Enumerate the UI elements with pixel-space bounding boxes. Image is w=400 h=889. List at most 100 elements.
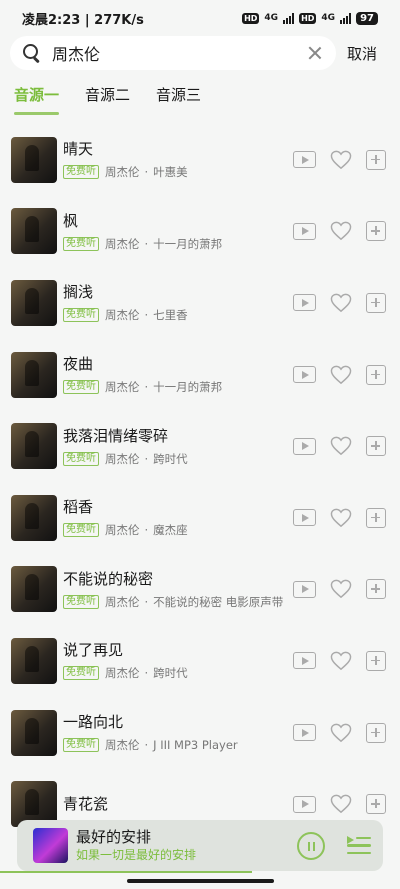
- song-title: 不能说的秘密: [63, 569, 154, 588]
- search-box[interactable]: 周杰伦: [10, 36, 336, 70]
- home-indicator[interactable]: [127, 879, 274, 883]
- search-input[interactable]: 周杰伦: [52, 41, 308, 65]
- heart-icon[interactable]: [330, 579, 352, 599]
- song-title: 青花瓷: [63, 795, 109, 814]
- heart-icon[interactable]: [330, 365, 352, 385]
- pause-icon[interactable]: [297, 831, 325, 860]
- heart-icon[interactable]: [330, 221, 352, 241]
- song-album: 七里香: [153, 308, 188, 323]
- clear-icon[interactable]: [308, 46, 322, 60]
- song-actions: [293, 579, 386, 600]
- mini-player[interactable]: 最好的安排 如果一切是最好的安排: [17, 820, 383, 871]
- song-info: 一路向北 免费听 周杰伦 · J III MP3 Player: [63, 712, 293, 753]
- song-meta: 免费听 周杰伦 · 跨时代: [63, 451, 293, 467]
- song-meta: 免费听 周杰伦 · 不能说的秘密 电影原声带: [63, 594, 293, 610]
- add-to-playlist-icon[interactable]: [366, 650, 386, 671]
- song-title: 稻香: [63, 498, 94, 517]
- mv-play-icon[interactable]: [293, 222, 316, 240]
- mv-play-icon[interactable]: [293, 437, 316, 455]
- album-cover[interactable]: [11, 637, 57, 684]
- heart-icon[interactable]: [330, 651, 352, 671]
- album-cover[interactable]: [11, 423, 57, 470]
- song-artist: 周杰伦: [105, 738, 140, 753]
- status-right: HD 4G HD 4G 97: [242, 11, 378, 25]
- add-to-playlist-icon[interactable]: [366, 292, 386, 313]
- song-title: 一路向北: [63, 713, 124, 732]
- album-cover[interactable]: [11, 709, 57, 756]
- add-to-playlist-icon[interactable]: [366, 436, 386, 457]
- song-row[interactable]: 搁浅 免费听 周杰伦 · 七里香: [0, 267, 400, 339]
- song-title: 晴天: [63, 140, 94, 159]
- song-meta: 免费听 周杰伦 · 魔杰座: [63, 522, 293, 538]
- source-tabs: 音源一 音源二 音源三: [14, 84, 201, 115]
- album-cover[interactable]: [11, 351, 57, 398]
- add-to-playlist-icon[interactable]: [366, 722, 386, 743]
- mv-play-icon[interactable]: [293, 724, 316, 742]
- song-album: 十一月的萧邦: [153, 236, 223, 251]
- heart-icon[interactable]: [330, 794, 352, 814]
- song-info: 青花瓷: [63, 794, 293, 814]
- song-album: 叶惠美: [153, 165, 188, 180]
- battery-icon: 97: [356, 11, 378, 25]
- song-info: 我落泪情绪零碎 免费听 周杰伦 · 跨时代: [63, 426, 293, 467]
- song-row[interactable]: 一路向北 免费听 周杰伦 · J III MP3 Player: [0, 697, 400, 769]
- search-icon: [22, 43, 42, 63]
- album-cover[interactable]: [11, 279, 57, 326]
- song-row[interactable]: 说了再见 免费听 周杰伦 · 跨时代: [0, 625, 400, 697]
- heart-icon[interactable]: [330, 436, 352, 456]
- mv-play-icon[interactable]: [293, 151, 316, 169]
- song-actions: [293, 722, 386, 743]
- song-actions: [293, 221, 386, 242]
- player-album-cover[interactable]: [33, 828, 68, 863]
- heart-icon[interactable]: [330, 508, 352, 528]
- song-artist: 周杰伦: [105, 594, 140, 609]
- song-row[interactable]: 稻香 免费听 周杰伦 · 魔杰座: [0, 482, 400, 554]
- song-list: 晴天 免费听 周杰伦 · 叶惠美 枫 免费听 周杰伦 · 十一月的萧邦 搁浅 免…: [0, 124, 400, 840]
- add-to-playlist-icon[interactable]: [366, 149, 386, 170]
- tab-source-1[interactable]: 音源一: [14, 84, 60, 115]
- heart-icon[interactable]: [330, 293, 352, 313]
- song-title: 搁浅: [63, 283, 94, 302]
- album-cover[interactable]: [11, 494, 57, 541]
- add-to-playlist-icon[interactable]: [366, 794, 386, 815]
- song-actions: [293, 149, 386, 170]
- cancel-button[interactable]: 取消: [347, 43, 377, 64]
- tab-source-2[interactable]: 音源二: [85, 84, 130, 113]
- song-album: 跨时代: [153, 451, 188, 466]
- add-to-playlist-icon[interactable]: [366, 364, 386, 385]
- heart-icon[interactable]: [330, 723, 352, 743]
- tab-source-3[interactable]: 音源三: [156, 84, 201, 113]
- song-row[interactable]: 我落泪情绪零碎 免费听 周杰伦 · 跨时代: [0, 410, 400, 482]
- song-actions: [293, 436, 386, 457]
- song-row[interactable]: 晴天 免费听 周杰伦 · 叶惠美: [0, 124, 400, 196]
- album-cover[interactable]: [11, 136, 57, 183]
- mv-play-icon[interactable]: [293, 795, 316, 813]
- album-cover[interactable]: [11, 566, 57, 613]
- add-to-playlist-icon[interactable]: [366, 579, 386, 600]
- mv-play-icon[interactable]: [293, 580, 316, 598]
- heart-icon[interactable]: [330, 150, 352, 170]
- status-time: 凌晨2:23: [22, 12, 81, 28]
- meta-separator: ·: [144, 308, 149, 323]
- network-type: 4G: [264, 13, 279, 23]
- song-row[interactable]: 枫 免费听 周杰伦 · 十一月的萧邦: [0, 196, 400, 268]
- add-to-playlist-icon[interactable]: [366, 507, 386, 528]
- mv-play-icon[interactable]: [293, 652, 316, 670]
- song-info: 晴天 免费听 周杰伦 · 叶惠美: [63, 139, 293, 180]
- song-row[interactable]: 不能说的秘密 免费听 周杰伦 · 不能说的秘密 电影原声带: [0, 554, 400, 626]
- song-meta: 免费听 周杰伦 · 十一月的萧邦: [63, 236, 293, 252]
- song-info: 搁浅 免费听 周杰伦 · 七里香: [63, 282, 293, 323]
- mv-play-icon[interactable]: [293, 294, 316, 312]
- mv-play-icon[interactable]: [293, 366, 316, 384]
- player-info[interactable]: 最好的安排 如果一切是最好的安排: [76, 828, 297, 863]
- song-row[interactable]: 夜曲 免费听 周杰伦 · 十一月的萧邦: [0, 339, 400, 411]
- add-to-playlist-icon[interactable]: [366, 221, 386, 242]
- network-speed: 277K/s: [94, 12, 144, 28]
- hd-badge: HD: [242, 12, 260, 24]
- album-cover[interactable]: [11, 208, 57, 255]
- mv-play-icon[interactable]: [293, 509, 316, 527]
- song-info: 说了再见 免费听 周杰伦 · 跨时代: [63, 640, 293, 681]
- song-artist: 周杰伦: [105, 523, 140, 538]
- song-actions: [293, 364, 386, 385]
- playlist-queue-icon[interactable]: [347, 835, 371, 856]
